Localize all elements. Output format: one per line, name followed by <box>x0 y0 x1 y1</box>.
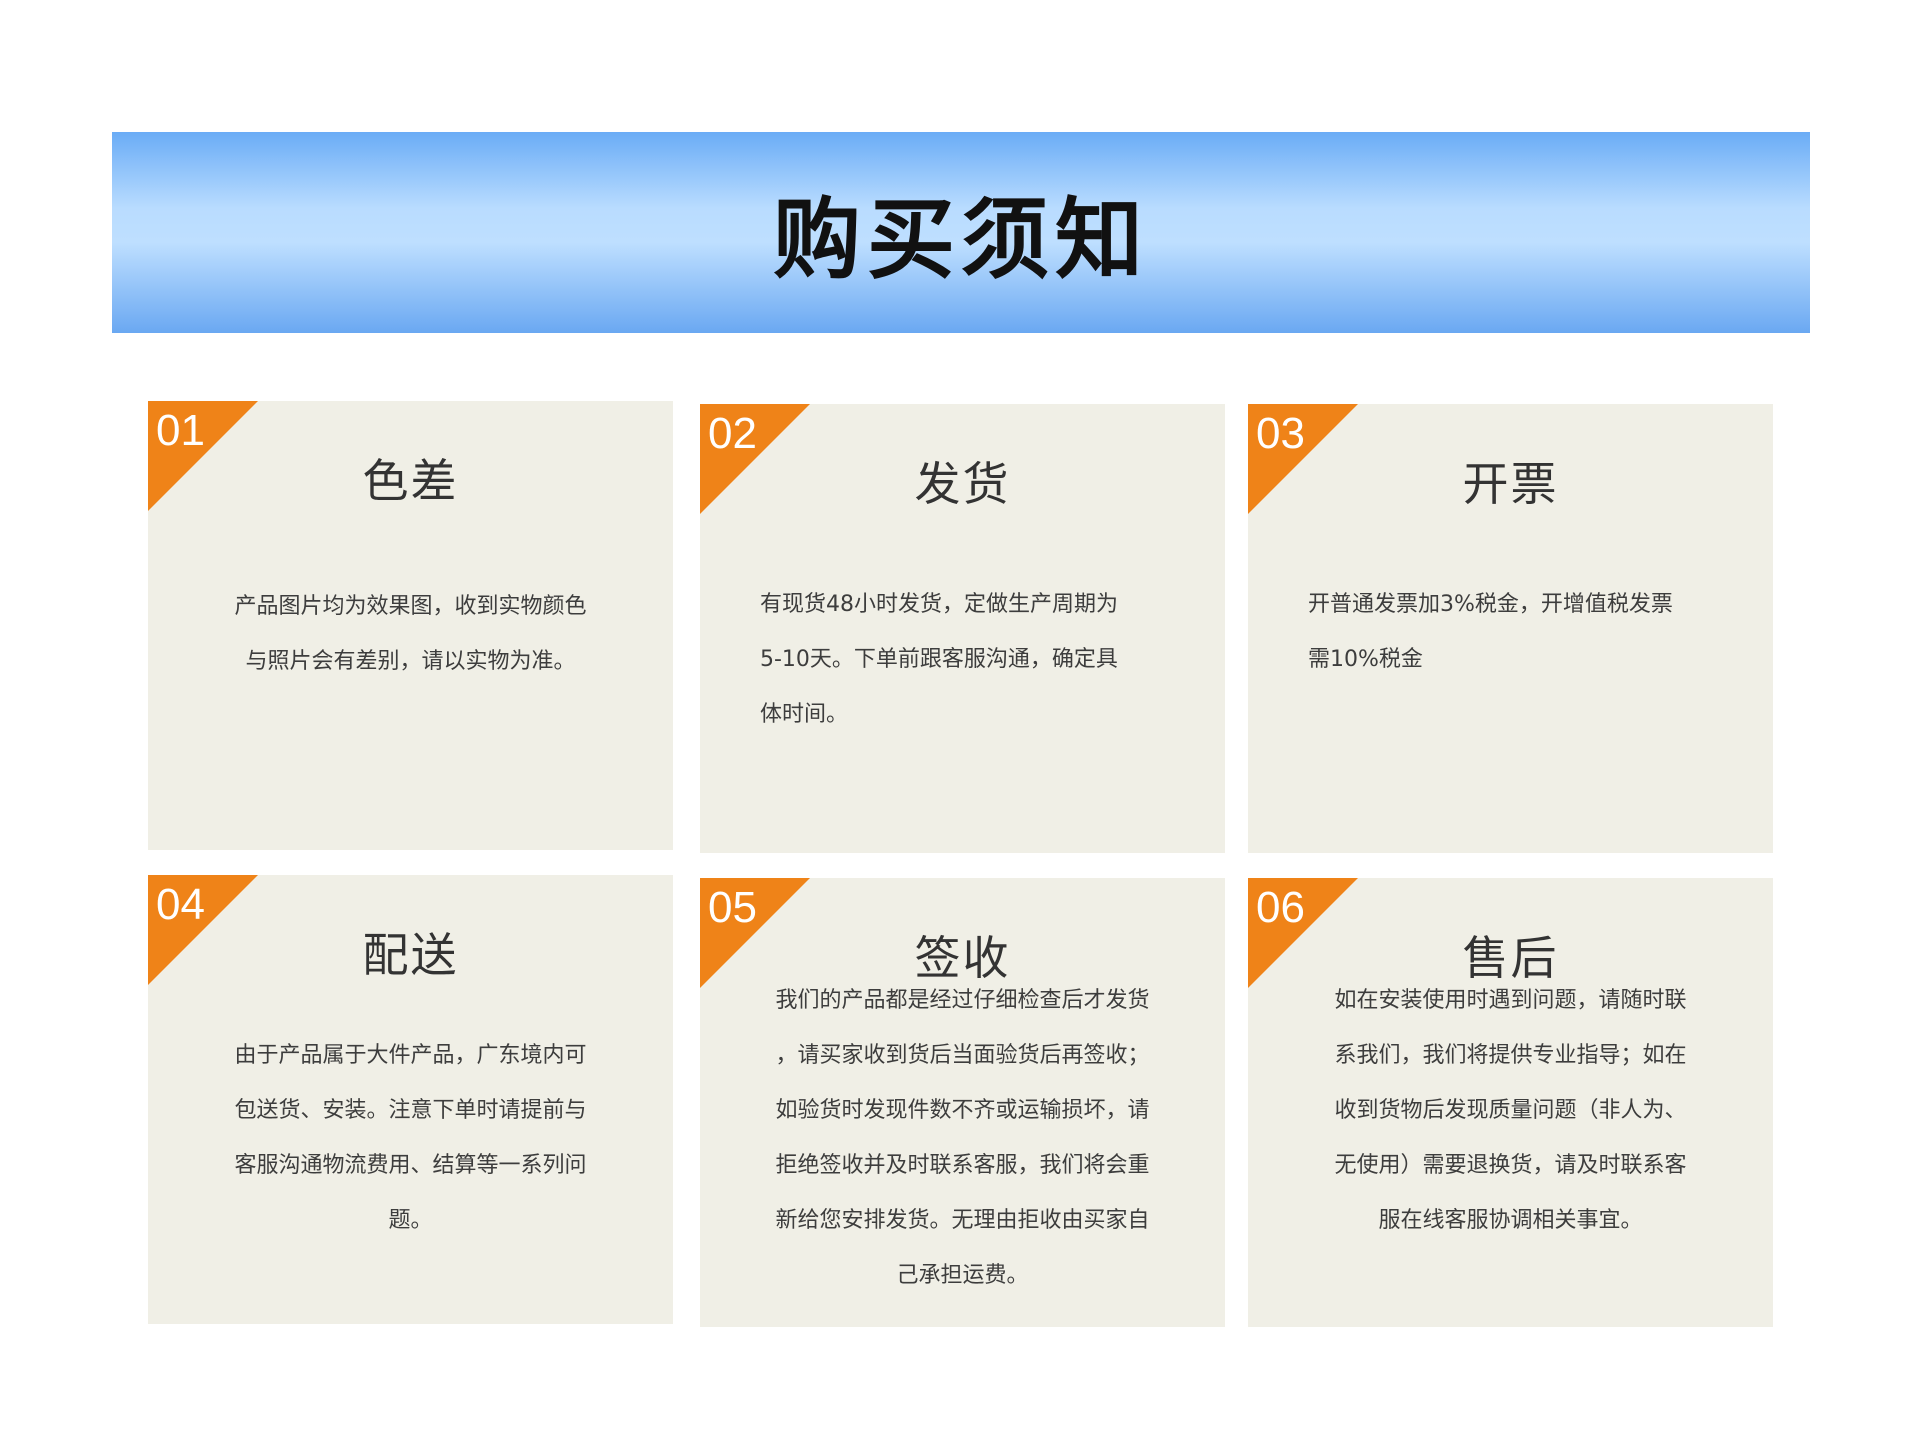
card-title: 配送 <box>362 928 459 982</box>
card-text-line: 我们的产品都是经过仔细检查后才发货 <box>775 988 1150 1013</box>
card-text-line: 系我们，我们将提供专业指导；如在 <box>1334 1043 1687 1068</box>
card-title: 发货 <box>914 457 1011 511</box>
notice-card-after-sales: 06 售后 如在安装使用时遇到问题，请随时联 系我们，我们将提供专业指导；如在 … <box>1248 878 1773 1327</box>
notice-card-shipping: 02 发货 有现货48小时发货，定做生产周期为 5-10天。下单前跟客服沟通，确… <box>700 404 1225 853</box>
notice-card-delivery: 04 配送 由于产品属于大件产品，广东境内可 包送货、安装。注意下单时请提前与 … <box>148 875 673 1324</box>
notice-card-signing: 05 签收 我们的产品都是经过仔细检查后才发货 ，请买家收到货后当面验货后再签收… <box>700 878 1225 1327</box>
card-text-line: 与照片会有差别，请以实物为准。 <box>245 649 576 674</box>
notice-card-color-difference: 01 色差 产品图片均为效果图，收到实物颜色 与照片会有差别，请以实物为准。 <box>148 401 673 850</box>
card-text-line: 客服沟通物流费用、结算等一系列问 <box>234 1153 587 1178</box>
card-body: 由于产品属于大件产品，广东境内可 包送货、安装。注意下单时请提前与 客服沟通物流… <box>208 1028 613 1248</box>
card-text-line: 产品图片均为效果图，收到实物颜色 <box>234 594 587 619</box>
card-title: 开票 <box>1462 457 1559 511</box>
card-text-line: ，请买家收到货后当面验货后再签收； <box>775 1043 1150 1068</box>
card-text-line: 如验货时发现件数不齐或运输损坏，请 <box>775 1098 1150 1123</box>
card-text-line: 己承担运费。 <box>896 1263 1029 1288</box>
page-title: 购买须知 <box>772 188 1149 291</box>
card-text-line: 新给您安排发货。无理由拒收由买家自 <box>775 1208 1150 1233</box>
card-text-line: 题。 <box>388 1208 433 1233</box>
card-text-line: 如在安装使用时遇到问题，请随时联 <box>1334 988 1687 1013</box>
card-text-line: 无使用）需要退换货，请及时联系客 <box>1334 1153 1687 1178</box>
card-body: 如在安装使用时遇到问题，请随时联 系我们，我们将提供专业指导；如在 收到货物后发… <box>1308 973 1713 1248</box>
header-banner: 购买须知 <box>112 132 1810 333</box>
card-text-line: 有现货48小时发货，定做生产周期为 <box>760 592 1118 617</box>
card-text-line: 包送货、安装。注意下单时请提前与 <box>234 1098 587 1123</box>
card-title: 色差 <box>362 454 459 508</box>
card-text-line: 拒绝签收并及时联系客服，我们将会重 <box>775 1153 1150 1178</box>
card-text-line: 5-10天。下单前跟客服沟通，确定具 <box>760 647 1118 672</box>
card-text-line: 服在线客服协调相关事宜。 <box>1378 1208 1643 1233</box>
card-text-line: 体时间。 <box>760 702 849 727</box>
card-text-line: 由于产品属于大件产品，广东境内可 <box>234 1043 587 1068</box>
card-body: 产品图片均为效果图，收到实物颜色 与照片会有差别，请以实物为准。 <box>208 579 613 689</box>
card-body: 开普通发票加3%税金，开增值税发票 需10%税金 <box>1308 577 1713 687</box>
card-body: 我们的产品都是经过仔细检查后才发货 ，请买家收到货后当面验货后再签收； 如验货时… <box>740 973 1185 1303</box>
card-text-line: 需10%税金 <box>1308 647 1423 672</box>
card-body: 有现货48小时发货，定做生产周期为 5-10天。下单前跟客服沟通，确定具 体时间… <box>760 577 1165 742</box>
card-text-line: 收到货物后发现质量问题（非人为、 <box>1334 1098 1687 1123</box>
card-text-line: 开普通发票加3%税金，开增值税发票 <box>1308 592 1673 617</box>
notice-card-invoice: 03 开票 开普通发票加3%税金，开增值税发票 需10%税金 <box>1248 404 1773 853</box>
